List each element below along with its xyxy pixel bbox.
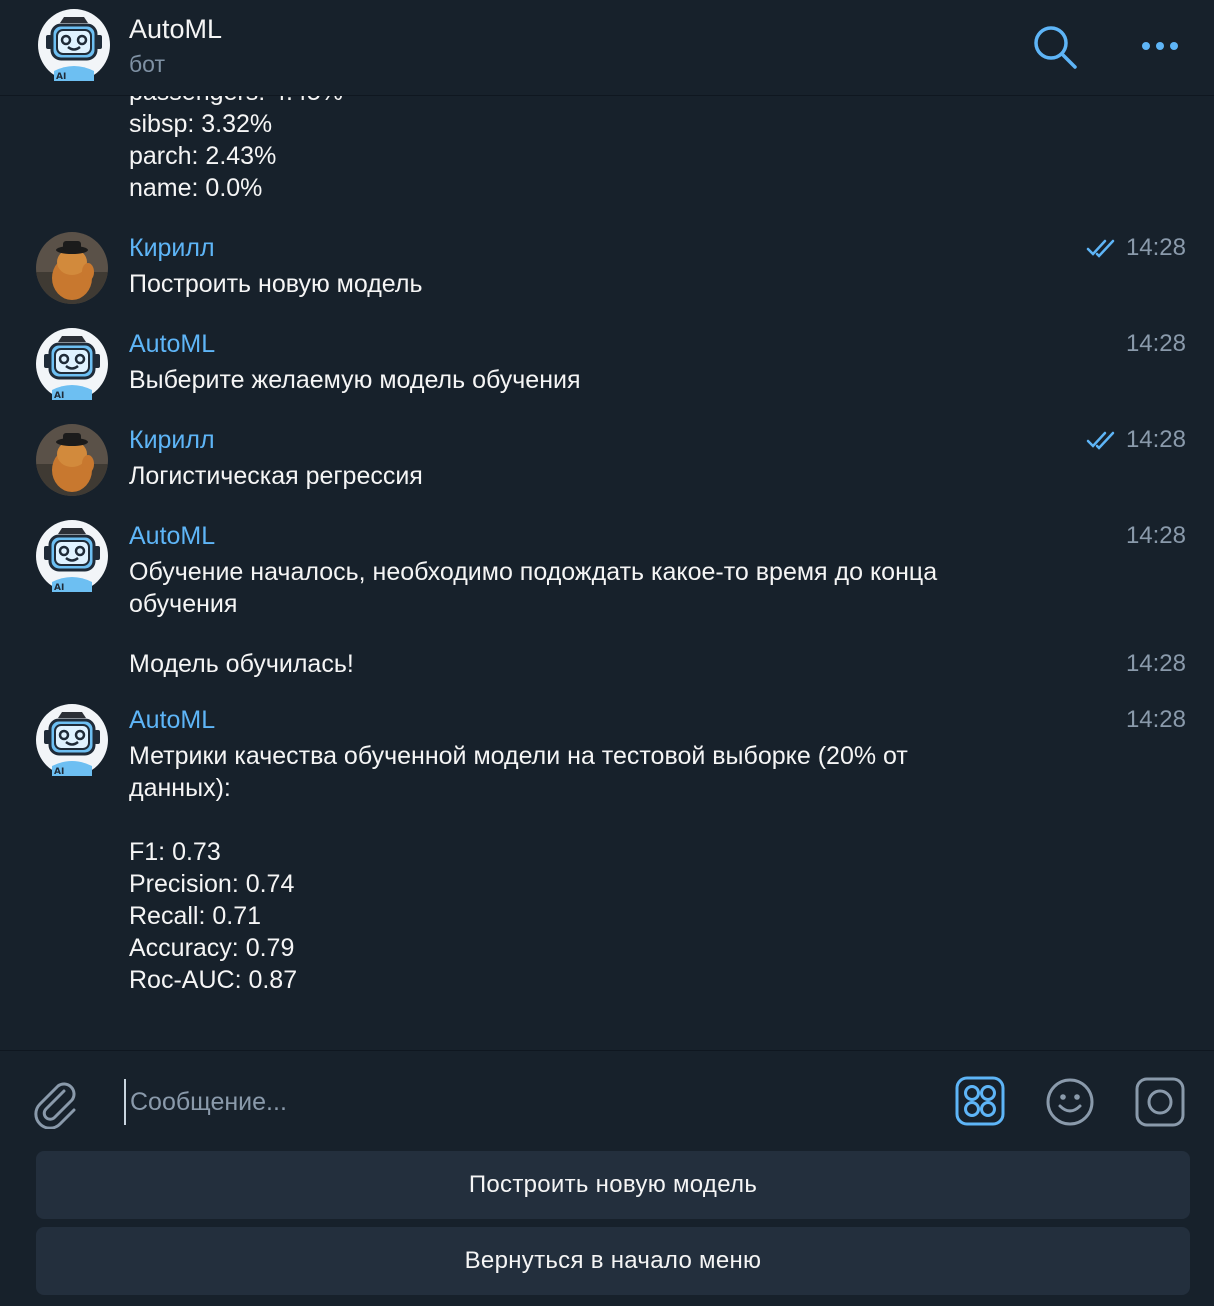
composer xyxy=(0,1050,1214,1150)
message-sender[interactable]: Кирилл xyxy=(129,424,215,456)
message-text: Метрики качества обученной модели на тес… xyxy=(129,742,908,994)
message-time: 14:28 xyxy=(1125,330,1186,357)
feature-line: parch: 2.43% xyxy=(129,142,277,170)
feature-line: name: 0.0% xyxy=(129,174,263,202)
bot-avatar[interactable]: AI xyxy=(36,328,108,405)
message-time: 14:28 xyxy=(1125,426,1186,453)
keyboard-button-back-to-menu[interactable]: Вернуться в начало меню xyxy=(36,1227,1190,1295)
double-check-icon xyxy=(1086,430,1118,455)
chat-header: AI AutoML бот xyxy=(0,0,1214,96)
feature-line: sibsp: 3.32% xyxy=(129,110,273,138)
bot-avatar[interactable]: AI xyxy=(36,704,108,781)
chat-window: AI AutoML бот passengers: 4.45% sibsp: 3… xyxy=(0,0,1214,1306)
message-text: Построить новую модель xyxy=(129,270,423,298)
message-time: 14:28 xyxy=(1125,650,1186,677)
message-sender[interactable]: AutoML xyxy=(129,328,215,360)
bot-keyboard-icon[interactable] xyxy=(955,1076,1005,1126)
bot-avatar[interactable]: AI xyxy=(38,9,110,86)
message-time: 14:28 xyxy=(1125,706,1186,733)
bot-avatar[interactable]: AI xyxy=(36,520,108,597)
paperclip-icon[interactable] xyxy=(30,1077,82,1130)
user-avatar[interactable] xyxy=(36,232,108,309)
svg-text:AI: AI xyxy=(54,767,64,776)
svg-text:AI: AI xyxy=(54,391,64,400)
keyboard-button-new-model[interactable]: Построить новую модель xyxy=(36,1151,1190,1219)
svg-text:AI: AI xyxy=(56,72,66,81)
message-time: 14:28 xyxy=(1125,234,1186,261)
message-text: Выберите желаемую модель обучения xyxy=(129,366,581,394)
message-sender[interactable]: AutoML xyxy=(129,704,215,736)
message-sender[interactable]: Кирилл xyxy=(129,232,215,264)
chat-title: AutoML xyxy=(129,14,223,44)
camera-icon[interactable] xyxy=(1134,1076,1186,1128)
message-time: 14:28 xyxy=(1125,522,1186,549)
more-icon[interactable] xyxy=(1136,30,1184,62)
previous-message-tail: passengers: 4.45% sibsp: 3.32% parch: 2.… xyxy=(129,96,343,204)
message-text: Модель обучилась! xyxy=(129,650,354,678)
message-input[interactable] xyxy=(124,1079,924,1125)
message-list[interactable]: passengers: 4.45% sibsp: 3.32% parch: 2.… xyxy=(0,96,1214,1050)
message-sender[interactable]: AutoML xyxy=(129,520,215,552)
search-icon[interactable] xyxy=(1030,22,1080,72)
chat-subtitle: бот xyxy=(129,51,165,77)
feature-line: passengers: 4.45% xyxy=(129,96,343,108)
message-text: Обучение началось, необходимо подождать … xyxy=(129,558,938,618)
double-check-icon xyxy=(1086,238,1118,263)
svg-text:AI: AI xyxy=(54,583,64,592)
message-text: Логистическая регрессия xyxy=(129,462,423,490)
user-avatar[interactable] xyxy=(36,424,108,501)
emoji-icon[interactable] xyxy=(1044,1076,1096,1128)
